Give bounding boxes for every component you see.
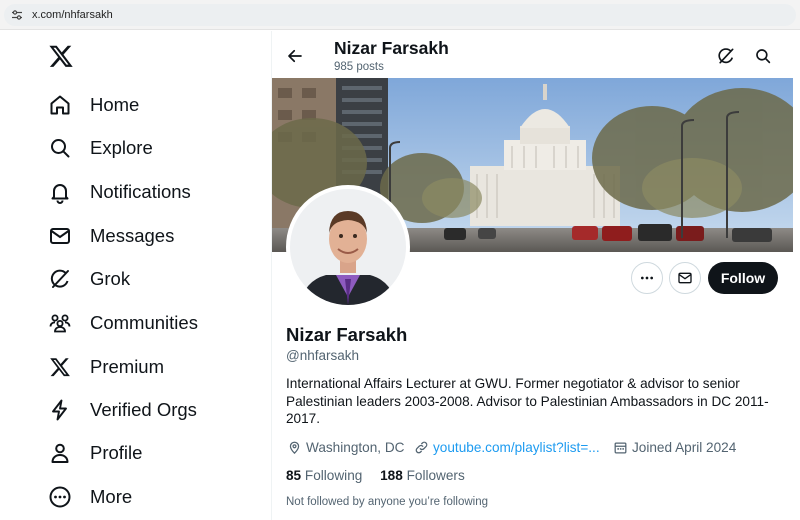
more-options-button[interactable] (631, 262, 663, 294)
sidebar-item-label: Communities (90, 312, 198, 333)
mail-icon (46, 222, 74, 250)
not-followed-notice: Not followed by anyone you’re following (286, 496, 489, 508)
sidebar-item-label: Home (90, 94, 140, 115)
person-icon (46, 439, 74, 467)
sidebar-item-profile[interactable]: Profile (46, 438, 142, 468)
joined-text: Joined April 2024 (632, 439, 737, 455)
follow-stats: 85 Following 188 Followers (286, 468, 465, 483)
website-link[interactable]: youtube.com/playlist?list=... (433, 440, 600, 455)
followers-link[interactable]: 188 Followers (380, 468, 465, 483)
link-icon (413, 439, 429, 455)
profile-name: Nizar Farsakh (286, 324, 408, 345)
sidebar-item-label: Premium (90, 356, 165, 377)
search-icon (756, 49, 771, 64)
sidebar-item-label: Messages (90, 225, 175, 246)
header-title: Nizar Farsakh (334, 38, 449, 58)
sidebar-item-explore[interactable]: Explore (46, 133, 153, 163)
site-settings-icon[interactable] (10, 8, 24, 22)
sidebar-item-label: More (90, 486, 133, 507)
search-button[interactable] (749, 42, 777, 70)
following-link[interactable]: 85 Following (286, 468, 362, 483)
location-pin-icon (286, 439, 302, 455)
profile-joined: Joined April 2024 (612, 437, 736, 457)
more-dots-icon (641, 276, 653, 280)
calendar-icon (612, 439, 628, 455)
mail-icon (678, 272, 692, 284)
browser-url-bar: x.com/nhfarsakh (0, 0, 800, 30)
grok-button[interactable] (712, 42, 740, 70)
profile-location: Washington, DC (286, 437, 404, 457)
sidebar-nav: Home Explore Notifications Messages Grok… (0, 31, 271, 520)
followers-count: 188 (380, 468, 403, 483)
back-button[interactable] (282, 43, 308, 69)
sidebar-item-label: Grok (90, 268, 131, 289)
profile-column: Nizar Farsakh 985 posts Follow Nizar Far… (272, 31, 800, 520)
sidebar-item-grok[interactable]: Grok (46, 264, 130, 294)
search-icon (46, 134, 74, 162)
post-count: 985 posts (334, 61, 384, 73)
location-text: Washington, DC (306, 439, 405, 455)
sidebar-item-label: Verified Orgs (90, 399, 197, 420)
sidebar-item-more[interactable]: More (46, 482, 132, 512)
lightning-icon (46, 396, 74, 424)
sidebar-item-label: Explore (90, 137, 153, 158)
communities-icon (46, 309, 74, 337)
follow-button[interactable]: Follow (708, 262, 778, 294)
sidebar-item-communities[interactable]: Communities (46, 308, 198, 338)
profile-bio: International Affairs Lecturer at GWU. F… (286, 376, 769, 426)
sidebar-item-home[interactable]: Home (46, 90, 139, 120)
grok-icon (718, 48, 734, 64)
following-label: Following (304, 468, 363, 483)
x-logo-icon[interactable] (48, 43, 74, 69)
url-text: x.com/nhfarsakh (32, 9, 113, 21)
grok-icon (46, 265, 74, 293)
sidebar-item-messages[interactable]: Messages (46, 221, 174, 251)
bell-icon (46, 178, 74, 206)
profile-handle: @nhfarsakh (286, 348, 359, 363)
following-count: 85 (286, 468, 302, 483)
profile-website[interactable]: youtube.com/playlist?list=... (413, 437, 600, 457)
sidebar-item-label: Profile (90, 442, 143, 463)
message-button[interactable] (669, 262, 701, 294)
address-field[interactable]: x.com/nhfarsakh (4, 4, 796, 26)
home-icon (46, 91, 74, 119)
more-circle-icon (46, 483, 74, 511)
x-logo-icon (46, 353, 74, 381)
sidebar-item-label: Notifications (90, 181, 191, 202)
sidebar-item-notifications[interactable]: Notifications (46, 177, 191, 207)
sidebar-item-verified-orgs[interactable]: Verified Orgs (46, 395, 197, 425)
sidebar-item-premium[interactable]: Premium (46, 352, 164, 382)
followers-label: Followers (406, 468, 465, 483)
arrow-left-icon (288, 49, 302, 63)
profile-avatar[interactable] (286, 185, 410, 309)
